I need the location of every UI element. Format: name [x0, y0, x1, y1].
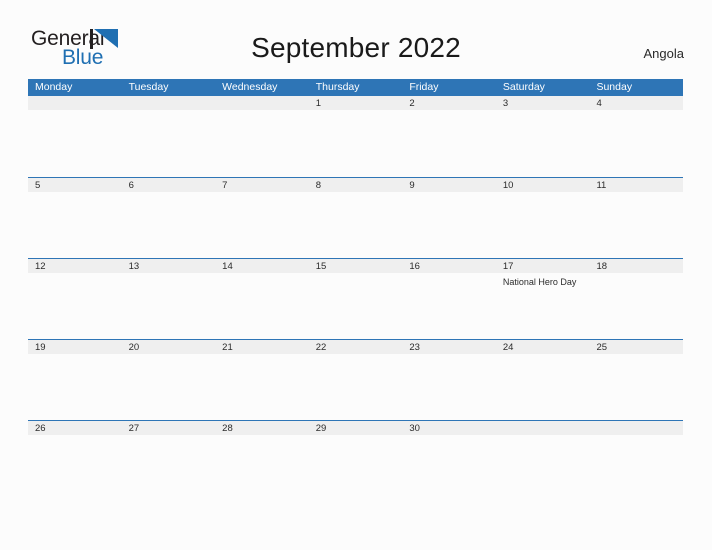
page-title: September 2022 [251, 32, 461, 63]
day-number: 21 [222, 342, 233, 353]
calendar-day-cell[interactable]: 4 [589, 96, 683, 177]
day-number: 19 [35, 342, 46, 353]
day-number: 23 [409, 342, 420, 353]
calendar-day-cell[interactable]: 20 [122, 340, 216, 420]
weekday-header-wednesday: Wednesday [222, 81, 278, 93]
day-events: National Hero Day [503, 276, 590, 288]
calendar-day-cell[interactable]: 19 [28, 340, 122, 420]
day-number: 5 [35, 180, 41, 191]
day-number: 7 [222, 180, 228, 191]
day-number: 13 [128, 261, 140, 272]
calendar-week-cells: 1 2 3 4 [28, 96, 683, 177]
day-number: 27 [128, 423, 140, 434]
calendar-day-cell[interactable]: 26 [28, 421, 122, 501]
day-number: 18 [596, 261, 608, 272]
calendar-day-cell[interactable]: 13 [122, 259, 216, 339]
calendar-day-cell-empty [215, 96, 309, 177]
day-number: 17 [502, 261, 514, 272]
calendar-grid: Monday Tuesday Wednesday Thursday Friday… [28, 79, 683, 501]
calendar-day-cell[interactable]: 24 [496, 340, 590, 420]
calendar-day-cell[interactable]: 6 [122, 178, 216, 258]
day-number: 9 [409, 180, 415, 191]
calendar-day-cell[interactable]: 7 [215, 178, 309, 258]
day-number: 22 [315, 342, 327, 353]
day-number: 4 [596, 98, 602, 109]
day-number: 6 [128, 180, 134, 191]
weekday-header-row: Monday Tuesday Wednesday Thursday Friday… [28, 79, 683, 96]
calendar-week-row: 19 20 21 22 23 24 25 [28, 339, 683, 420]
day-number: 28 [222, 423, 233, 434]
day-number: 14 [222, 261, 233, 272]
day-number: 8 [315, 180, 322, 191]
calendar-week-cells: 5 6 7 8 9 10 11 [28, 178, 683, 258]
day-number: 11 [596, 180, 607, 191]
calendar-day-cell-empty [496, 421, 590, 501]
day-number: 3 [502, 98, 509, 109]
calendar-day-cell[interactable]: 12 [28, 259, 122, 339]
calendar-day-cell[interactable]: 17 National Hero Day [496, 259, 590, 339]
calendar-day-cell[interactable]: 30 [402, 421, 496, 501]
calendar-week-row: 5 6 7 8 9 10 11 [28, 177, 683, 258]
day-number: 26 [35, 423, 46, 434]
day-number: 15 [315, 261, 327, 272]
weekday-header-friday: Friday [409, 81, 439, 93]
calendar-day-cell[interactable]: 9 [402, 178, 496, 258]
calendar-day-cell[interactable]: 16 [402, 259, 496, 339]
day-number: 10 [502, 180, 514, 191]
calendar-weeks: 1 2 3 4 5 6 7 8 9 10 11 12 13 14 15 16 17 National Hero D… [28, 96, 683, 501]
day-number: 20 [128, 342, 140, 353]
day-number: 25 [596, 342, 608, 353]
calendar-day-cell[interactable]: 22 [309, 340, 403, 420]
calendar-day-cell[interactable]: 5 [28, 178, 122, 258]
calendar-day-cell[interactable]: 23 [402, 340, 496, 420]
calendar-day-cell-empty [28, 96, 122, 177]
calendar-day-cell[interactable]: 11 [589, 178, 683, 258]
calendar-day-cell[interactable]: 28 [215, 421, 309, 501]
weekday-header-thursday: Thursday [315, 81, 360, 93]
calendar-day-cell[interactable]: 29 [309, 421, 403, 501]
weekday-header-monday: Monday [35, 81, 73, 93]
region-label: Angola [643, 46, 684, 61]
day-number: 29 [315, 423, 327, 434]
calendar-day-cell[interactable]: 25 [589, 340, 683, 420]
calendar-day-cell[interactable]: 21 [215, 340, 309, 420]
calendar-week-row: 1 2 3 4 [28, 96, 683, 177]
day-number: 24 [502, 342, 514, 353]
calendar-day-cell[interactable]: 27 [122, 421, 216, 501]
calendar-day-cell[interactable]: 3 [496, 96, 590, 177]
calendar-day-cell[interactable]: 10 [496, 178, 590, 258]
calendar-day-cell-empty [589, 421, 683, 501]
calendar-day-cell-empty [122, 96, 216, 177]
calendar-week-cells: 26 27 28 29 30 [28, 421, 683, 501]
calendar-week-row: 26 27 28 29 30 [28, 420, 683, 501]
day-number: 12 [35, 261, 46, 272]
page-header: General Blue September 2022 Angola [0, 0, 712, 68]
day-number: 30 [409, 423, 420, 434]
calendar-day-cell[interactable]: 14 [215, 259, 309, 339]
calendar-day-cell[interactable]: 15 [309, 259, 403, 339]
calendar-day-cell[interactable]: 8 [309, 178, 403, 258]
calendar-day-cell[interactable]: 2 [402, 96, 496, 177]
day-number: 1 [315, 98, 322, 109]
calendar-day-cell[interactable]: 18 [589, 259, 683, 339]
weekday-header-saturday: Saturday [502, 81, 545, 93]
calendar-week-cells: 19 20 21 22 23 24 25 [28, 340, 683, 420]
day-number: 16 [409, 261, 420, 272]
calendar-day-cell[interactable]: 1 [309, 96, 403, 177]
calendar-week-row: 12 13 14 15 16 17 National Hero Day 18 [28, 258, 683, 339]
event-label: National Hero Day [502, 277, 577, 287]
weekday-header-tuesday: Tuesday [128, 81, 169, 93]
calendar-week-cells: 12 13 14 15 16 17 National Hero Day 18 [28, 259, 683, 339]
weekday-header-sunday: Sunday [596, 81, 633, 93]
day-number: 2 [409, 98, 415, 109]
